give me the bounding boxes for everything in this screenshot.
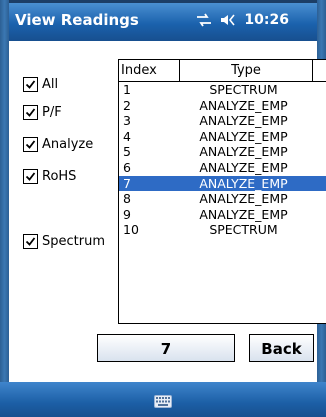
spectrum-checkbox[interactable] [23,234,38,249]
list-row[interactable]: 10 SPECTRUM [119,222,326,238]
all-label: All [42,77,59,92]
analyze-checkbox[interactable] [23,137,38,152]
list-row[interactable]: 1 SPECTRUM [119,82,326,98]
pf-label: P/F [42,105,62,120]
filter-all[interactable]: All [23,77,58,92]
list-row[interactable]: 5 ANALYZE_EMP [119,144,326,160]
row-type: ANALYZE_EMP [199,128,288,144]
row-type: ANALYZE_EMP [199,159,288,175]
list-row[interactable]: 3 ANALYZE_EMP [119,113,326,129]
reading-number-button[interactable]: 7 [97,334,235,362]
connectivity-icon[interactable] [196,13,212,27]
clock[interactable]: 10:26 [244,12,289,28]
row-type: SPECTRUM [209,82,278,97]
analyze-label: Analyze [42,137,94,152]
row-index: 9 [123,206,131,222]
row-type: ANALYZE_EMP [199,206,288,222]
row-index: 2 [123,97,131,113]
bottom-bar [0,382,326,417]
row-type: ANALYZE_EMP [199,97,288,113]
filter-pf[interactable]: P/F [23,105,62,120]
list-rows: 1 SPECTRUM 2 ANALYZE_EMP 3 ANALYZE_EMP 4 ANA… [119,82,326,238]
row-index: 6 [123,159,131,175]
row-index: 8 [123,191,131,207]
filter-spectrum[interactable]: Spectrum [23,234,105,249]
column-header-index[interactable]: Index [119,60,180,81]
title-bar: View Readings 10:26 [9,3,317,41]
list-row[interactable]: 2 ANALYZE_EMP [119,98,326,114]
row-index: 10 [123,222,139,238]
pf-checkbox[interactable] [23,105,38,120]
list-row[interactable]: 9 ANALYZE_EMP [119,207,326,223]
row-index: 5 [123,144,131,160]
row-type: ANALYZE_EMP [199,175,288,191]
row-type: ANALYZE_EMP [199,144,288,160]
filter-rohs[interactable]: RoHS [23,169,76,184]
column-header-extra[interactable] [313,60,326,81]
rohs-checkbox[interactable] [23,169,38,184]
list-row[interactable]: 4 ANALYZE_EMP [119,129,326,145]
row-type: ANALYZE_EMP [199,113,288,129]
row-index: 3 [123,113,131,129]
all-checkbox[interactable] [23,77,38,92]
keyboard-icon[interactable] [154,393,172,412]
row-type: ANALYZE_EMP [199,191,288,207]
row-index: 7 [123,175,131,191]
list-row[interactable]: 6 ANALYZE_EMP [119,160,326,176]
filter-analyze[interactable]: Analyze [23,137,93,152]
list-header: Index Type [119,60,326,82]
rohs-label: RoHS [42,169,77,184]
list-row-selected[interactable]: 7 ANALYZE_EMP [119,175,326,192]
readings-list[interactable]: Index Type 1 SPECTRUM 2 ANALYZE_EMP 3 ANALY… [118,59,326,324]
content-area: All P/F Analyze RoHS Spectrum Index Type [9,41,326,382]
status-area: 10:26 [196,12,289,28]
row-type: SPECTRUM [209,222,278,238]
row-index: 4 [123,128,131,144]
back-button[interactable]: Back [249,334,314,362]
window-title: View Readings [15,11,139,29]
volume-icon[interactable] [220,13,236,27]
list-row[interactable]: 8 ANALYZE_EMP [119,191,326,207]
row-index: 1 [123,82,131,97]
spectrum-label: Spectrum [42,234,105,249]
frame-left [0,0,9,417]
column-header-type[interactable]: Type [180,60,313,81]
